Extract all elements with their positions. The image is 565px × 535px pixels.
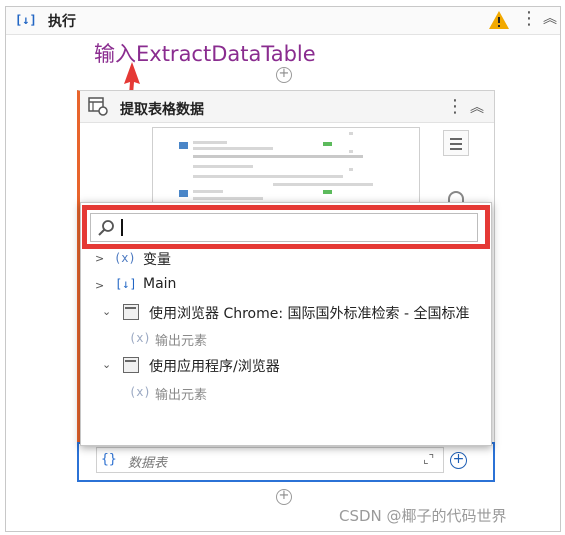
collapse-chevron-app-scope[interactable]: ⌄: [102, 358, 111, 371]
expand-chevron-main[interactable]: >: [95, 279, 104, 292]
expand-icon[interactable]: ⌞⌝: [423, 452, 434, 466]
variable-brace-icon: {}: [101, 452, 117, 467]
menu-button[interactable]: [443, 130, 469, 156]
tree-item-variables[interactable]: 变量: [143, 249, 171, 269]
search-highlight-box: [82, 205, 490, 249]
execute-title: 执行: [48, 14, 76, 30]
table-extract-icon: [88, 97, 108, 116]
variable-icon: (x): [114, 251, 136, 265]
tree-item-browser-scope[interactable]: 使用浏览器 Chrome: 国际国外标准检索 - 全国标准: [149, 303, 487, 323]
activity-title: 提取表格数据: [120, 102, 204, 118]
add-activity-top-button[interactable]: +: [276, 67, 292, 83]
tree-item-app-scope[interactable]: 使用应用程序/浏览器: [149, 356, 280, 376]
tree-item-output-element-1[interactable]: 输出元素: [155, 330, 207, 349]
app-scope-icon: [123, 357, 139, 373]
tree-item-output-element-2[interactable]: 输出元素: [155, 384, 207, 403]
warning-icon[interactable]: [488, 10, 510, 30]
activity-more-icon[interactable]: ⋮: [446, 98, 464, 116]
add-variable-button[interactable]: +: [450, 452, 467, 469]
add-activity-bottom-button[interactable]: +: [276, 489, 292, 505]
sequence-icon: [↓]: [115, 277, 137, 291]
browser-scope-icon: [123, 304, 139, 320]
collapse-chevron-browser-scope[interactable]: ⌄: [102, 305, 111, 318]
output-variable-icon: (x): [129, 385, 151, 399]
execute-header[interactable]: [6, 7, 560, 35]
sequence-icon: [↓]: [15, 13, 37, 27]
output-variable-icon: (x): [129, 331, 151, 345]
datatable-placeholder: 数据表: [128, 456, 168, 471]
screen-preview-thumbnail[interactable]: [152, 127, 420, 207]
activity-collapse-icon[interactable]: ︽: [470, 99, 484, 117]
watermark: CSDN @椰子的代码世界: [339, 507, 507, 525]
execute-collapse-icon[interactable]: ︽: [543, 10, 557, 28]
tree-item-main[interactable]: Main: [143, 276, 176, 292]
execute-more-icon[interactable]: ⋮: [520, 10, 538, 28]
expand-chevron-variables[interactable]: >: [95, 252, 104, 265]
